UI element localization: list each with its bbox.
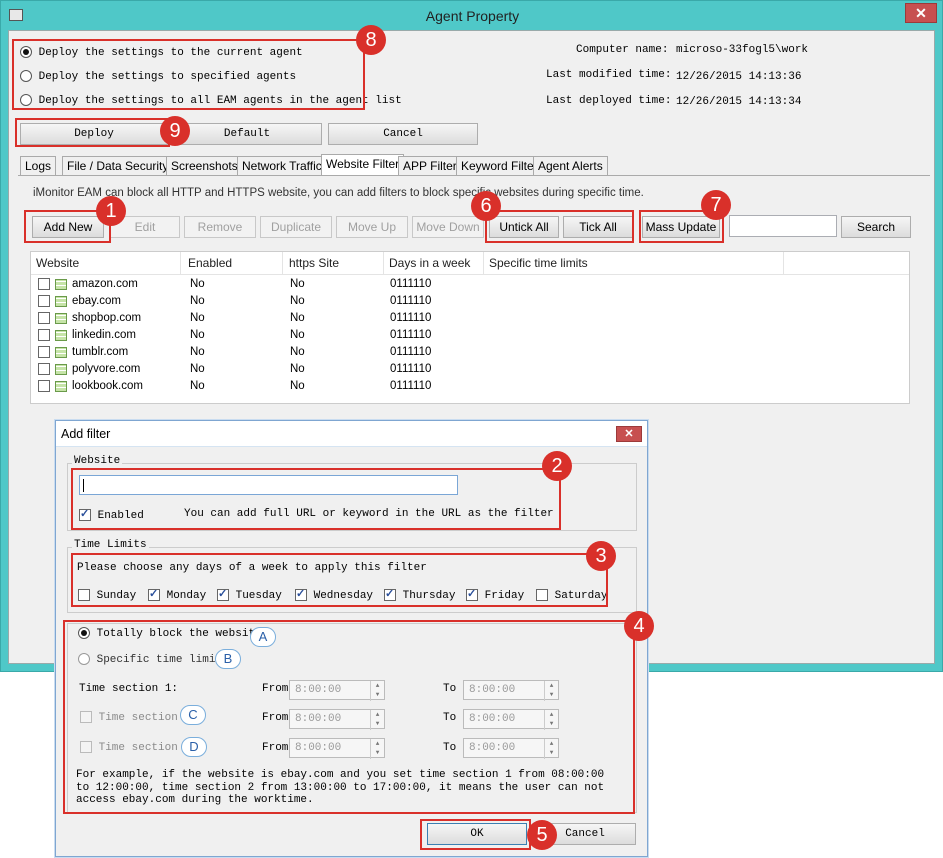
callout-letter-b: B (215, 649, 241, 669)
row-checkbox[interactable] (38, 312, 50, 324)
website-icon (55, 330, 67, 341)
website-icon (55, 313, 67, 324)
move-down-button[interactable]: Move Down (412, 216, 484, 238)
dialog-title: Add filter (61, 427, 111, 441)
dialog-title-bar: Add filter ✕ (56, 421, 647, 447)
website-filter-table: Website Enabled https Site Days in a wee… (30, 251, 910, 404)
callout-box-ok (420, 819, 531, 850)
callout-box-deploy-options (12, 39, 365, 110)
window-title: Agent Property (425, 8, 520, 24)
callout-box-website (71, 468, 561, 530)
callout-badge-4: 4 (624, 611, 654, 641)
column-header-time-limits[interactable]: Specific time limits (484, 252, 784, 274)
table-row[interactable]: ebay.com No No 0111110 (31, 293, 909, 310)
row-checkbox[interactable] (38, 346, 50, 358)
callout-letter-d: D (181, 737, 207, 757)
last-deployed-value: 12/26/2015 14:13:34 (676, 96, 802, 108)
table-row[interactable]: amazon.com No No 0111110 (31, 276, 909, 293)
callout-badge-1: 1 (96, 196, 126, 226)
callout-badge-2: 2 (542, 451, 572, 481)
cancel-button[interactable]: Cancel (328, 123, 478, 145)
callout-badge-8: 8 (356, 25, 386, 55)
website-icon (55, 279, 67, 290)
row-checkbox[interactable] (38, 278, 50, 290)
tab-website-filter[interactable]: Website Filter (321, 154, 405, 176)
table-row[interactable]: tumblr.com No No 0111110 (31, 344, 909, 361)
callout-box-time-limits (63, 620, 635, 814)
header-divider (31, 274, 909, 275)
table-row[interactable]: lookbook.com No No 0111110 (31, 378, 909, 395)
last-modified-value: 12/26/2015 14:13:36 (676, 71, 802, 83)
table-row[interactable]: linkedin.com No No 0111110 (31, 327, 909, 344)
tab-app-filter[interactable]: APP Filter (398, 156, 462, 176)
column-header-https[interactable]: https Site (284, 252, 384, 274)
callout-badge-9: 9 (160, 116, 190, 146)
callout-badge-3: 3 (586, 541, 616, 571)
website-icon (55, 364, 67, 375)
last-deployed-label: Last deployed time: (546, 95, 672, 107)
callout-box-tick (485, 210, 634, 243)
row-checkbox[interactable] (38, 363, 50, 375)
callout-badge-5: 5 (527, 820, 557, 850)
duplicate-button[interactable]: Duplicate (260, 216, 332, 238)
tab-divider (18, 175, 930, 176)
row-checkbox[interactable] (38, 295, 50, 307)
tab-file-data-security[interactable]: File / Data Security (62, 156, 174, 176)
tab-logs[interactable]: Logs (20, 156, 57, 176)
search-input[interactable] (729, 215, 837, 237)
column-header-days[interactable]: Days in a week (384, 252, 484, 274)
computer-name-value: microso-33fogl5\work (676, 44, 809, 56)
time-limits-group-label: Time Limits (72, 539, 149, 551)
tab-keyword-filter[interactable]: Keyword Filter (456, 156, 543, 176)
website-group-label: Website (72, 455, 123, 467)
computer-name-label: Computer name: (576, 44, 669, 56)
remove-button[interactable]: Remove (184, 216, 256, 238)
search-button[interactable]: Search (841, 216, 911, 238)
table-row[interactable]: polyvore.com No No 0111110 (31, 361, 909, 378)
callout-badge-6: 6 (471, 191, 501, 221)
tab-network-traffic[interactable]: Network Traffic (237, 156, 327, 176)
website-icon (55, 296, 67, 307)
window-close-button[interactable]: ✕ (905, 3, 937, 23)
callout-letter-a: A (250, 627, 276, 647)
tab-agent-alerts[interactable]: Agent Alerts (533, 156, 608, 176)
dialog-close-button[interactable]: ✕ (616, 426, 642, 442)
row-checkbox[interactable] (38, 380, 50, 392)
tab-screenshots[interactable]: Screenshots (166, 156, 243, 176)
website-icon (55, 381, 67, 392)
website-icon (55, 347, 67, 358)
website-filter-description: iMonitor EAM can block all HTTP and HTTP… (33, 187, 644, 199)
window-app-icon (9, 9, 23, 21)
table-row[interactable]: shopbop.com No No 0111110 (31, 310, 909, 327)
callout-box-deploy (15, 118, 170, 147)
default-button[interactable]: Default (172, 123, 322, 145)
move-up-button[interactable]: Move Up (336, 216, 408, 238)
callout-badge-7: 7 (701, 190, 731, 220)
column-header-website[interactable]: Website (31, 252, 181, 274)
callout-box-days (71, 553, 608, 607)
last-modified-label: Last modified time: (546, 69, 672, 81)
callout-letter-c: C (180, 705, 206, 725)
column-header-enabled[interactable]: Enabled (183, 252, 283, 274)
row-checkbox[interactable] (38, 329, 50, 341)
